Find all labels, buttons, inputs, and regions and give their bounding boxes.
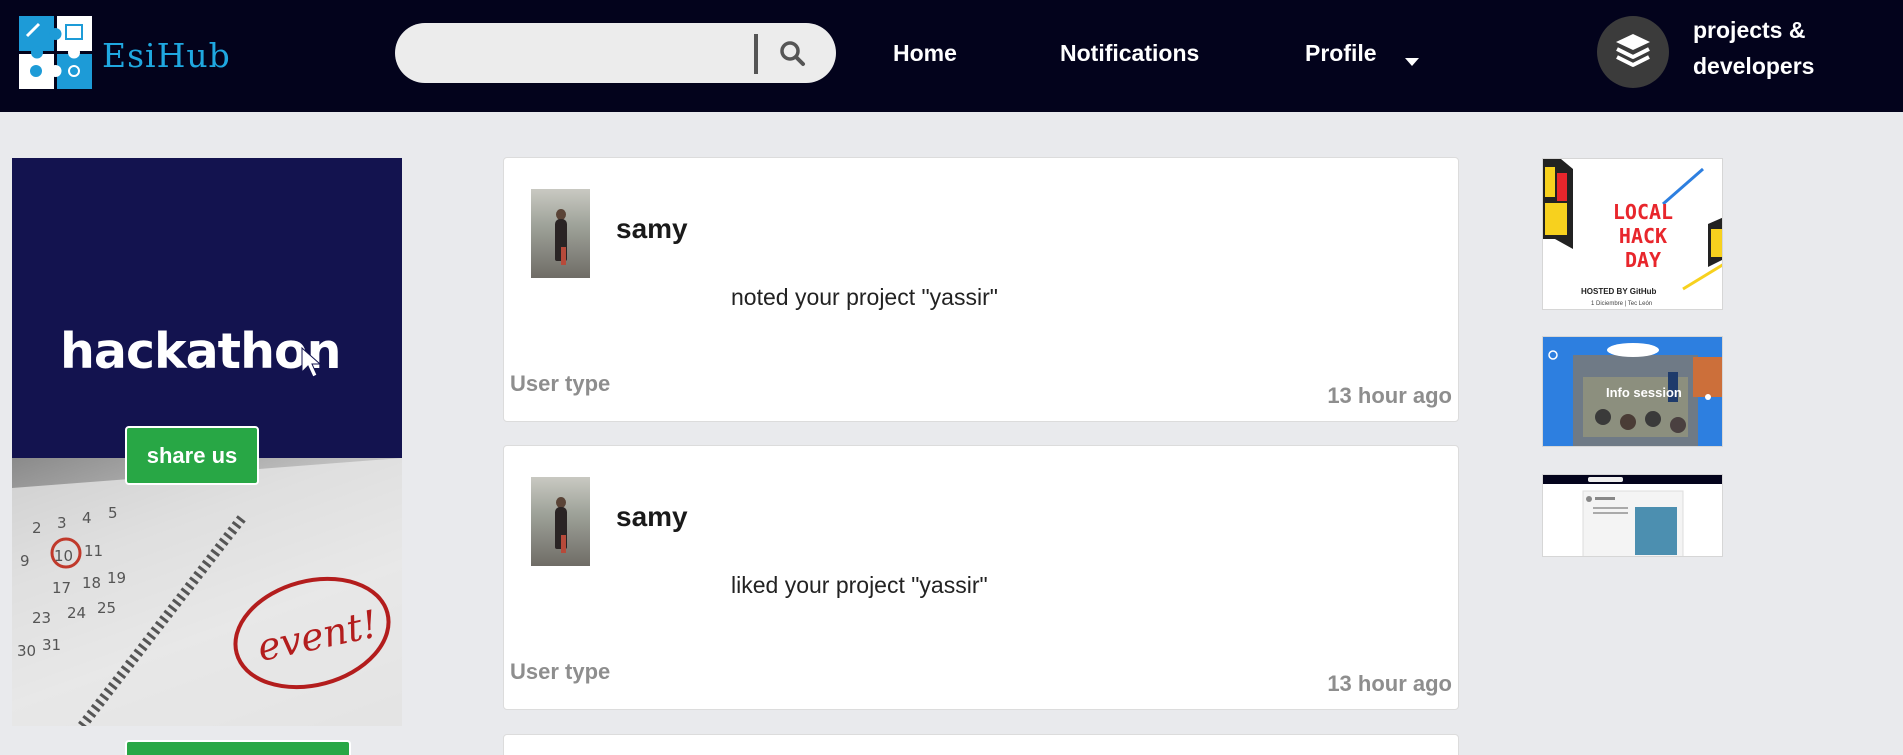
local-hack-day-thumbnail[interactable]: LOCAL HACK DAY HOSTED BY GitHub 1 Diciem… [1542, 158, 1723, 310]
svg-text:11: 11 [84, 542, 103, 560]
cursor-icon [301, 346, 322, 378]
svg-text:17: 17 [52, 579, 71, 597]
user-type-label: User type [510, 659, 611, 684]
svg-text:31: 31 [42, 636, 61, 654]
timestamp: 13 hour ago [1327, 383, 1452, 408]
layers-button[interactable] [1597, 16, 1669, 88]
local-hack-day-title: LOCAL HACK DAY [1583, 200, 1703, 272]
timestamp: 13 hour ago [1327, 671, 1452, 696]
notification-message: noted your project "yassir" [731, 284, 998, 310]
esihub-logo[interactable] [19, 16, 92, 89]
user-type-label: User type [510, 371, 611, 396]
notification-card: samy liked your project "yassir" User ty… [503, 445, 1459, 710]
avatar-legs [561, 535, 566, 553]
svg-text:24: 24 [67, 604, 86, 622]
avatar[interactable] [531, 477, 590, 566]
svg-text:4: 4 [82, 509, 92, 527]
info-session-title: Info session [1606, 385, 1682, 400]
svg-text:5: 5 [108, 504, 118, 522]
svg-text:10: 10 [54, 547, 73, 565]
svg-text:2: 2 [32, 519, 42, 537]
svg-text:25: 25 [97, 599, 116, 617]
lhd-line-2: HACK [1618, 224, 1668, 248]
brand-name[interactable]: EsiHub [102, 36, 231, 75]
app-screenshot-thumbnail[interactable] [1542, 474, 1723, 557]
notification-card: samy noted your project "yassir" User ty… [503, 157, 1459, 422]
secondary-green-button[interactable] [125, 740, 351, 755]
chevron-down-icon[interactable] [1405, 58, 1419, 66]
svg-text:18: 18 [82, 574, 101, 592]
search-input[interactable] [417, 33, 747, 73]
app-screenshot-art [1543, 475, 1722, 556]
projects-developers-link[interactable]: projects & developers [1693, 12, 1893, 84]
svg-text:19: 19 [107, 569, 126, 587]
user-name[interactable]: samy [616, 213, 688, 245]
avatar-legs [561, 247, 566, 265]
search-divider [754, 34, 758, 74]
nav-profile-link[interactable]: Profile [1305, 40, 1377, 67]
lhd-line-3: DAY [1624, 248, 1662, 272]
ad-banner-top: hackathon [12, 158, 402, 458]
avatar[interactable] [531, 189, 590, 278]
lhd-date: 1 Diciembre | Tec León [1591, 301, 1653, 307]
svg-text:23: 23 [32, 609, 51, 627]
lhd-host: HOSTED BY GitHub [1581, 287, 1657, 296]
svg-text:30: 30 [17, 642, 36, 660]
svg-text:9: 9 [20, 552, 30, 570]
notification-card [503, 734, 1459, 755]
calendar-drawing: event! 2345 9 10 11 17 18 19 23 24 25 30 31 [12, 458, 402, 726]
search-icon[interactable] [774, 37, 812, 69]
svg-text:3: 3 [57, 514, 67, 532]
notification-message: liked your project "yassir" [731, 572, 988, 598]
nav-home-link[interactable]: Home [893, 40, 957, 67]
nav-notifications-link[interactable]: Notifications [1060, 40, 1199, 67]
search-bar [395, 23, 836, 83]
layers-icon [1616, 34, 1650, 67]
user-name[interactable]: samy [616, 501, 688, 533]
lhd-line-1: LOCAL [1612, 200, 1674, 224]
info-session-thumbnail[interactable]: Info session [1542, 336, 1723, 447]
share-us-button[interactable]: share us [125, 426, 259, 485]
top-navbar: EsiHub Home Notifications Profile projec… [0, 0, 1903, 112]
calendar-photo: event! 2345 9 10 11 17 18 19 23 24 25 30 31 [12, 458, 402, 726]
